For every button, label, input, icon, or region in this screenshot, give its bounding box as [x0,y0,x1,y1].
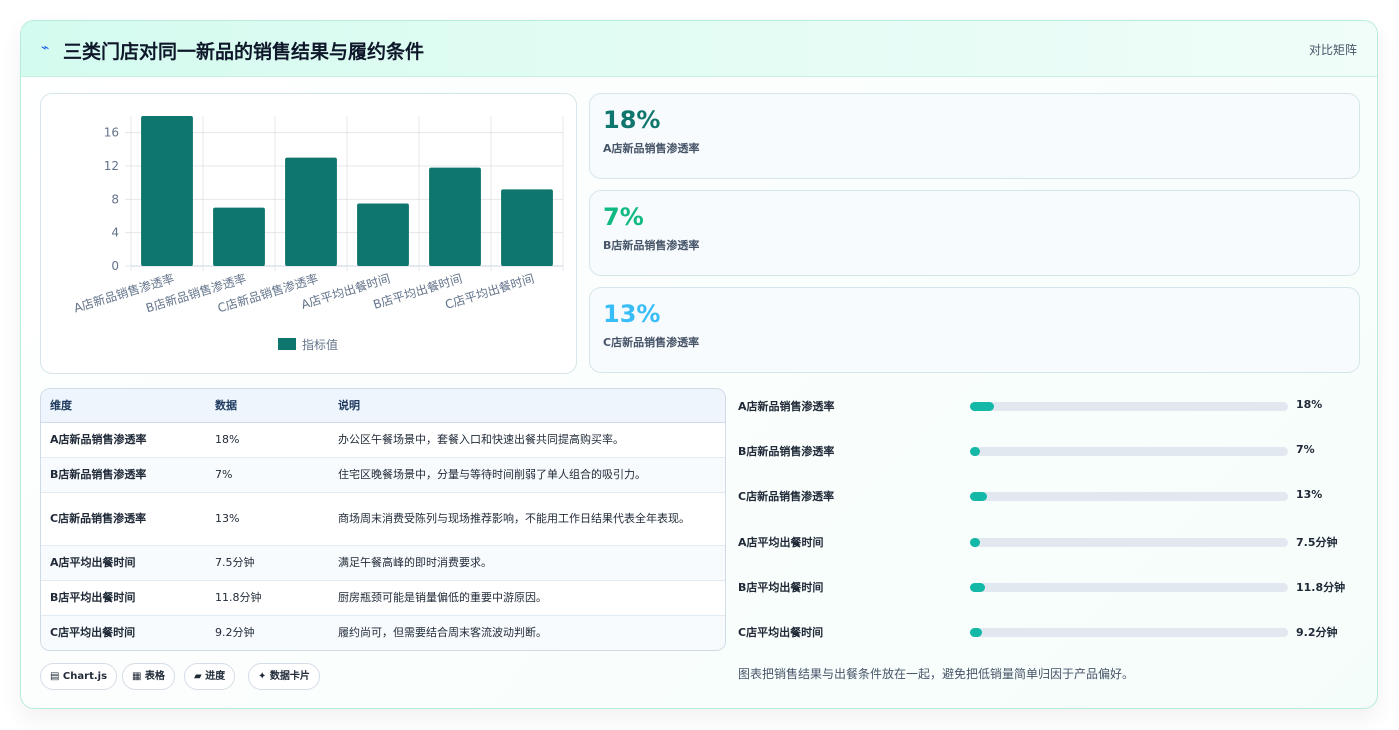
y-tick-label: 8 [111,192,119,206]
table-cell: A店平均出餐时间 [41,545,206,581]
progress-value: 13% [1296,488,1323,501]
table-header: 说明 [329,389,725,423]
progress-track [970,402,1288,411]
legend-label: 指标值 [302,337,338,352]
progress-row: C店平均出餐时间 9.2分钟 [738,622,1358,642]
kpi-label: A店新品销售渗透率 [603,142,700,155]
bar-4 [357,203,409,266]
progress-fill [970,402,994,411]
table-cell: 商场周末消费受陈列与现场推荐影响，不能用工作日结果代表全年表现。 [329,492,725,546]
progress-fill [970,628,982,637]
table-header: 数据 [206,389,329,423]
table-row: A店平均出餐时间 7.5分钟 满足午餐高峰的即时消费要求。 [41,545,725,581]
bar-1 [141,116,193,266]
bolt-icon: ⌁ [41,40,50,56]
header-tag: 对比矩阵 [1308,43,1357,57]
progress-label: C店新品销售渗透率 [738,490,835,503]
kpi-label: C店新品销售渗透率 [603,336,700,349]
table-cell: C店新品销售渗透率 [41,492,206,546]
table-cell: 履约尚可，但需要结合周末客流波动判断。 [338,626,547,640]
progress-fill [970,447,980,456]
progress-row: B店新品销售渗透率 7% [738,441,1358,461]
kpi-card-b: 7% B店新品销售渗透率 [589,190,1360,276]
table-header: 维度 [41,389,206,423]
table-cell: 9.2分钟 [215,626,255,640]
chip-progress[interactable]: ▰ 进度 [184,663,236,690]
table-row: C店平均出餐时间 9.2分钟 履约尚可，但需要结合周末客流波动判断。 [41,615,725,650]
table-row: C店新品销售渗透率 13% 商场周末消费受陈列与现场推荐影响，不能用工作日结果代… [41,492,725,546]
progress-row: A店新品销售渗透率 18% [738,396,1358,416]
table-row: B店平均出餐时间 11.8分钟 厨房瓶颈可能是销量偏低的重要中游原因。 [41,580,725,616]
table-cell: 办公区午餐场景中，套餐入口和快速出餐共同提高购买率。 [329,422,725,458]
y-tick-label: 12 [104,159,119,173]
table-cell: 厨房瓶颈可能是销量偏低的重要中游原因。 [329,580,725,616]
bar-chart-panel: 0 4 8 12 16 A店新品销售渗透率 B店新品销售渗透率 C店新品销售渗透率 A店平均出餐… [40,93,577,374]
chip-table[interactable]: ▦ 表格 [122,663,175,690]
bar-3 [285,157,337,266]
table-cell: 18% [206,422,329,458]
progress-row: A店平均出餐时间 7.5分钟 [738,532,1358,552]
y-tick-label: 0 [111,259,119,273]
progress-track [970,538,1288,547]
kpi-label: B店新品销售渗透率 [603,239,700,252]
bar-2 [213,207,265,266]
header: ⌁ 三类门店对同一新品的销售结果与履约条件 对比矩阵 [21,21,1377,77]
progress-label: C店平均出餐时间 [738,626,824,639]
table-row: A店新品销售渗透率 18% 办公区午餐场景中，套餐入口和快速出餐共同提高购买率。 [41,422,725,458]
data-table-panel: 维度 数据 说明 A店新品销售渗透率 18% 办公区午餐场景中，套餐入口和快速出… [40,388,726,651]
progress-track [970,447,1288,456]
progress-fill [970,538,980,547]
table-header-row: 维度 数据 说明 [41,389,725,423]
table-cell: 13% [206,492,329,546]
table-cell: 11.8分钟 [206,580,329,616]
progress-label: A店新品销售渗透率 [738,400,835,413]
progress-label: B店平均出餐时间 [738,581,824,594]
progress-value: 11.8分钟 [1296,581,1346,594]
progress-label: B店新品销售渗透率 [738,445,835,458]
chip-data-card[interactable]: ✦ 数据卡片 [248,663,320,690]
table-cell: 满足午餐高峰的即时消费要求。 [329,545,725,581]
dashboard-card: ⌁ 三类门店对同一新品的销售结果与履约条件 对比矩阵 0 4 8 12 16 A店新品销售… [20,20,1378,709]
progress-track [970,492,1288,501]
progress-value: 9.2分钟 [1296,626,1338,639]
progress-row: B店平均出餐时间 11.8分钟 [738,577,1358,597]
table-cell: C店平均出餐时间 [50,626,136,640]
progress-fill [970,583,986,592]
progress-track [970,583,1288,592]
y-tick-label: 16 [104,126,119,140]
progress-fill [970,492,988,501]
table-row: B店新品销售渗透率 7% 住宅区晚餐场景中，分量与等待时间削弱了单人组合的吸引力… [41,457,725,493]
y-tick-label: 4 [111,226,119,240]
kpi-value: 13% [603,300,661,328]
table-cell: 7% [206,457,329,493]
progress-label: A店平均出餐时间 [738,536,824,549]
progress-row: C店新品销售渗透率 13% [738,486,1358,506]
kpi-card-a: 18% A店新品销售渗透率 [589,93,1360,179]
table-cell: 住宅区晚餐场景中，分量与等待时间削弱了单人组合的吸引力。 [329,457,725,493]
progress-value: 7% [1296,443,1315,456]
kpi-value: 18% [603,106,661,134]
kpi-card-c: 13% C店新品销售渗透率 [589,287,1360,373]
table-cell: B店平均出餐时间 [41,580,206,616]
bar-6 [501,189,553,266]
page-title: 三类门店对同一新品的销售结果与履约条件 [63,41,425,63]
data-table: 维度 数据 说明 A店新品销售渗透率 18% 办公区午餐场景中，套餐入口和快速出… [41,389,725,650]
table-cell: A店新品销售渗透率 [41,422,206,458]
progress-value: 7.5分钟 [1296,536,1338,549]
table-cell: B店新品销售渗透率 [41,457,206,493]
footnote: 图表把销售结果与出餐条件放在一起，避免把低销量简单归因于产品偏好。 [738,667,1135,681]
table-cell: 7.5分钟 [206,545,329,581]
progress-track [970,628,1288,637]
bar-5 [429,167,481,266]
chip-chartjs[interactable]: ▤ Chart.js [40,663,118,690]
kpi-value: 7% [603,203,644,231]
bar-chart: 0481216A店新品销售渗透率B店新品销售渗透率C店新品销售渗透率A店平均出餐… [72,116,564,352]
legend-swatch [278,338,296,350]
progress-value: 18% [1296,398,1323,411]
